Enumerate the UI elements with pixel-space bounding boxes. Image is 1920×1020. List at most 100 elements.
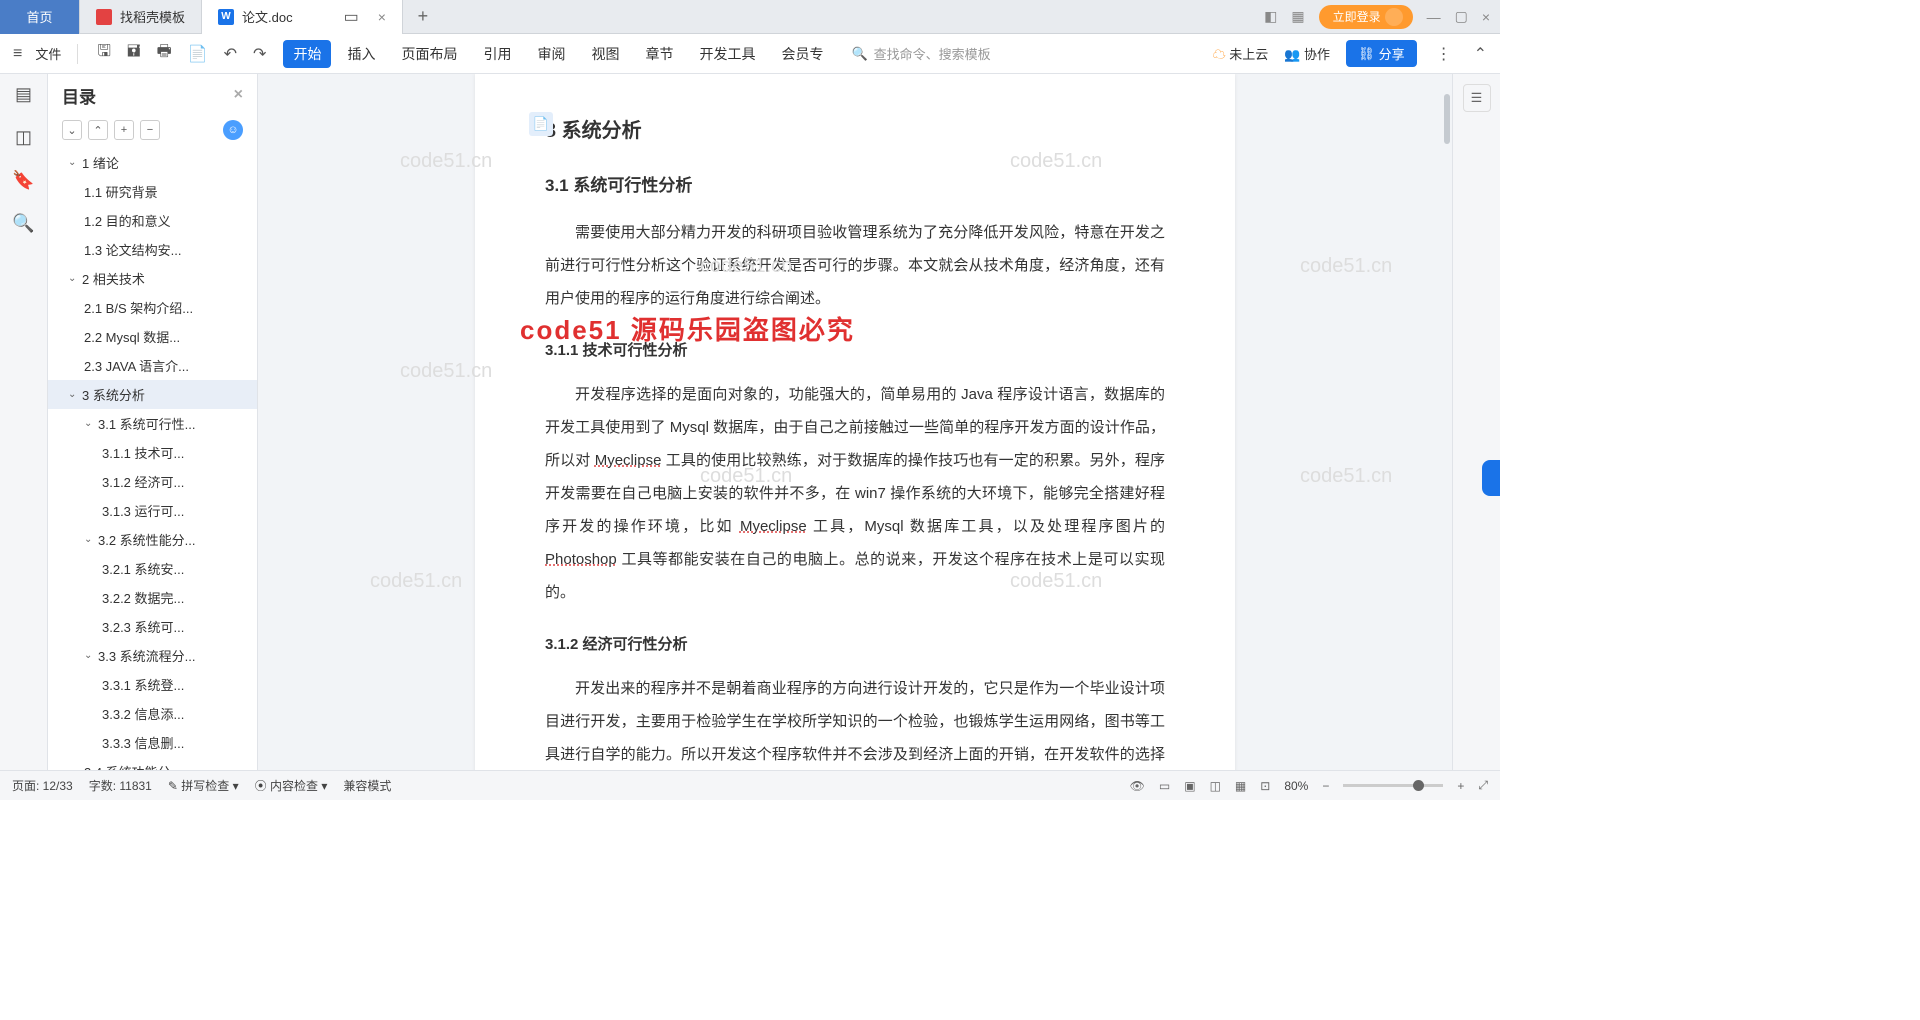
expand-all-icon[interactable]: ⌃ — [88, 120, 108, 140]
toc-item[interactable]: ⌄2 相关技术 — [48, 264, 257, 293]
toc-item[interactable]: ⌄3.3 系统流程分... — [48, 641, 257, 670]
toc-item[interactable]: 3.2.2 数据完... — [48, 583, 257, 612]
content-check-toggle[interactable]: ⦿ 内容检查 ▾ — [255, 777, 328, 794]
toc-item[interactable]: 3.3.1 系统登... — [48, 670, 257, 699]
menu-review[interactable]: 审阅 — [527, 40, 575, 68]
close-window-button[interactable]: × — [1482, 9, 1490, 25]
new-tab-button[interactable]: + — [403, 6, 443, 27]
toc-item[interactable]: 3.4 系统功能分... — [48, 757, 257, 770]
fullscreen-icon[interactable]: ⤢ — [1478, 778, 1488, 793]
tab-home[interactable]: 首页 — [0, 0, 80, 34]
toc-item[interactable]: ⌄3.2 系统性能分... — [48, 525, 257, 554]
page-indicator[interactable]: 页面: 12/33 — [12, 777, 73, 794]
more-icon[interactable]: ⋮ — [1433, 44, 1455, 64]
paragraph: 需要使用大部分精力开发的科研项目验收管理系统为了充分降低开发风险，特意在开发之前… — [545, 216, 1165, 315]
toc-item[interactable]: 3.2.1 系统安... — [48, 554, 257, 583]
print-icon[interactable]: 🖶 — [154, 40, 175, 67]
add-item-icon[interactable]: + — [114, 120, 134, 140]
zoom-in-icon[interactable]: + — [1457, 779, 1464, 793]
save-icon[interactable]: 🖫 — [94, 40, 114, 67]
undo-icon[interactable]: ↶ — [221, 44, 240, 64]
bookmark-icon[interactable]: 🔖 — [12, 170, 34, 191]
eye-icon[interactable]: 👁 — [1130, 779, 1145, 793]
preview-icon[interactable]: 📄 — [185, 44, 211, 64]
outline-icon[interactable]: ▤ — [15, 84, 32, 105]
menu-view[interactable]: 视图 — [581, 40, 629, 68]
fire-icon — [96, 9, 112, 25]
left-sidebar: ▤ ◫ 🔖 🔍 — [0, 74, 48, 770]
toc-item[interactable]: 3.1.1 技术可... — [48, 438, 257, 467]
toggle-panel-icon[interactable]: ☰ — [1463, 84, 1491, 112]
scrollbar-thumb[interactable] — [1444, 94, 1450, 144]
side-tab-handle[interactable] — [1482, 460, 1500, 496]
menu-layout[interactable]: 页面布局 — [391, 40, 467, 68]
document-page[interactable]: 📄 3 系统分析 3.1 系统可行性分析 需要使用大部分精力开发的科研项目验收管… — [475, 74, 1235, 770]
cloud-status[interactable]: ☁ 未上云 — [1213, 44, 1269, 63]
paragraph: 开发程序选择的是面向对象的，功能强大的，简单易用的 Java 程序设计语言，数据… — [545, 378, 1165, 609]
search-icon: 🔍 — [851, 46, 867, 62]
menu-icon[interactable]: ≡ — [10, 45, 25, 63]
menu-devtools[interactable]: 开发工具 — [689, 40, 765, 68]
zoom-level[interactable]: 80% — [1284, 779, 1308, 793]
print-layout-icon[interactable]: ▣ — [1184, 779, 1195, 793]
toc-item[interactable]: 3.1.3 运行可... — [48, 496, 257, 525]
toc-item[interactable]: 1.2 目的和意义 — [48, 206, 257, 235]
page-layout-icon[interactable]: ◫ — [1210, 779, 1221, 793]
toc-item[interactable]: 2.3 JAVA 语言介... — [48, 351, 257, 380]
menu-start[interactable]: 开始 — [283, 40, 331, 68]
collapse-ribbon-icon[interactable]: ⌃ — [1471, 44, 1490, 64]
toc-item[interactable]: ⌄1 绪论 — [48, 148, 257, 177]
toc-item[interactable]: 2.2 Mysql 数据... — [48, 322, 257, 351]
page-options-icon[interactable]: 📄 — [529, 112, 553, 136]
layout-icon[interactable]: ◧ — [1264, 8, 1277, 25]
toc-item[interactable]: 3.3.2 信息添... — [48, 699, 257, 728]
find-icon[interactable]: 🔍 — [12, 213, 34, 234]
word-count[interactable]: 字数: 11831 — [89, 777, 152, 794]
file-menu[interactable]: 文件 — [35, 44, 61, 63]
maximize-button[interactable]: ▢ — [1455, 8, 1468, 25]
menu-reference[interactable]: 引用 — [473, 40, 521, 68]
toc-item[interactable]: ⌄3.1 系统可行性... — [48, 409, 257, 438]
heading-1: 3 系统分析 — [545, 114, 1165, 143]
paragraph: 开发出来的程序并不是朝着商业程序的方向进行设计开发的，它只是作为一个毕业设计项目… — [545, 672, 1165, 770]
apps-icon[interactable]: ▦ — [1291, 8, 1304, 25]
right-sidebar: ☰ — [1452, 74, 1500, 770]
fit-width-icon[interactable]: ⊡ — [1260, 779, 1270, 793]
toc-item[interactable]: ⌄3 系统分析 — [48, 380, 257, 409]
collapse-all-icon[interactable]: ⌄ — [62, 120, 82, 140]
minimize-button[interactable]: — — [1427, 9, 1441, 25]
toc-item[interactable]: 1.1 研究背景 — [48, 177, 257, 206]
tab-document[interactable]: W论文.doc▭× — [202, 0, 403, 34]
redo-icon[interactable]: ↷ — [250, 44, 269, 64]
zoom-slider[interactable] — [1343, 784, 1443, 787]
heading-2: 3.1 系统可行性分析 — [545, 171, 1165, 196]
toc-item[interactable]: 3.1.2 经济可... — [48, 467, 257, 496]
toc-item[interactable]: 3.3.3 信息删... — [48, 728, 257, 757]
login-button[interactable]: 立即登录 — [1319, 5, 1413, 29]
status-bar: 页面: 12/33 字数: 11831 ✎ 拼写检查 ▾ ⦿ 内容检查 ▾ 兼容… — [0, 770, 1500, 800]
web-layout-icon[interactable]: ▦ — [1235, 779, 1246, 793]
menu-insert[interactable]: 插入 — [337, 40, 385, 68]
remove-item-icon[interactable]: − — [140, 120, 160, 140]
toc-item[interactable]: 3.2.3 系统可... — [48, 612, 257, 641]
collab-button[interactable]: 👥 协作 — [1284, 44, 1330, 63]
toc-item[interactable]: 2.1 B/S 架构介绍... — [48, 293, 257, 322]
reading-view-icon[interactable]: ▭ — [1159, 779, 1170, 793]
menu-member[interactable]: 会员专 — [771, 40, 833, 68]
spellcheck-toggle[interactable]: ✎ 拼写检查 ▾ — [168, 777, 239, 794]
zoom-out-icon[interactable]: − — [1322, 779, 1329, 793]
close-icon[interactable]: × — [378, 9, 386, 25]
tab-templates[interactable]: 找稻壳模板 — [80, 0, 202, 34]
window-icon[interactable]: ▭ — [341, 7, 362, 27]
ribbon-menu: 开始 插入 页面布局 引用 审阅 视图 章节 开发工具 会员专 — [283, 40, 833, 68]
document-area: 📄 3 系统分析 3.1 系统可行性分析 需要使用大部分精力开发的科研项目验收管… — [258, 74, 1452, 770]
toc-item[interactable]: 1.3 论文结构安... — [48, 235, 257, 264]
assistant-icon[interactable]: ☺ — [223, 120, 243, 140]
menu-chapter[interactable]: 章节 — [635, 40, 683, 68]
compat-mode[interactable]: 兼容模式 — [343, 777, 391, 794]
share-button[interactable]: ⛓ 分享 — [1346, 40, 1417, 67]
save-as-icon[interactable]: 🖬 — [124, 40, 144, 67]
slides-icon[interactable]: ◫ — [15, 127, 32, 148]
toc-close-icon[interactable]: × — [234, 86, 243, 104]
search-box[interactable]: 🔍查找命令、搜索模板 — [851, 44, 990, 63]
